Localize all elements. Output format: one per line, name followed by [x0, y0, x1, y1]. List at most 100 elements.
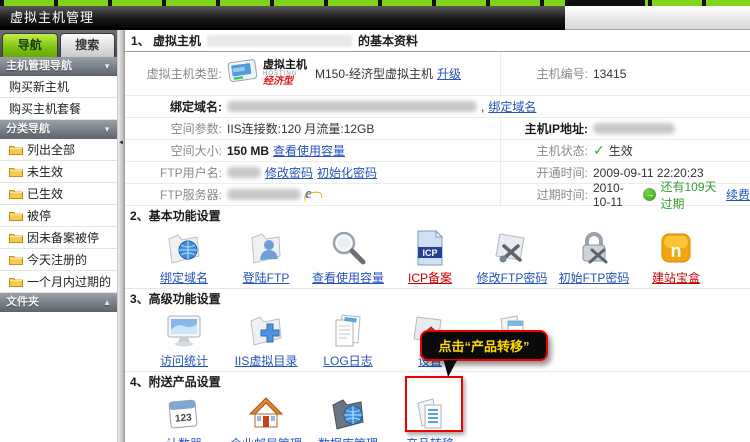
feature-database-manage[interactable]: 数据库管理 [307, 394, 389, 442]
space-params-row: 空间参数: IIS连接数:120 月流量:12GB 主机IP地址: [125, 118, 750, 140]
host-id-col: 主机编号: 13415 [500, 52, 750, 95]
feature-site-builder[interactable]: n 建站宝盒 [635, 228, 717, 286]
sidebar-item-buy-host-plan[interactable]: 购买主机套餐 [0, 98, 117, 120]
modify-ftp-password-icon [471, 228, 553, 269]
virtual-host-manager-window: 虚拟主机管理 导航 搜索 主机管理导航 ▼ 购买新主机 购买主机套餐 分类导航 … [0, 0, 750, 442]
expire-time-col: 过期时间: 2010-10-11 还有109天过期 续费 [500, 184, 750, 205]
title-bar-right-panel [565, 6, 750, 30]
feature-view-usage[interactable]: 查看使用容量 [307, 228, 389, 286]
feature-label[interactable]: 修改FTP密码 [477, 271, 548, 285]
host-status-col: 主机状态: ✓ 生效 [500, 140, 750, 161]
sidebar-tabs: 导航 搜索 [0, 30, 117, 57]
bound-domain-value: , 绑定域名 [227, 98, 750, 115]
feature-counter[interactable]: 123计数器 [143, 394, 225, 442]
host-type-label: 虚拟主机类型: [125, 65, 227, 82]
feature-label[interactable]: 查看使用容量 [312, 271, 384, 285]
feature-login-ftp[interactable]: 登陆FTP [225, 228, 307, 286]
sidebar-section-folders[interactable]: 文件夹 ▲ [0, 293, 117, 312]
bound-domain-label: 绑定域名: [125, 98, 227, 115]
upgrade-link[interactable]: 升级 [437, 65, 461, 82]
sidebar-item-active[interactable]: 已生效 [0, 183, 117, 205]
sidebar-section-title: 文件夹 [6, 293, 39, 312]
log-icon [307, 311, 389, 352]
badge-line3: 经济型 [263, 77, 307, 87]
sidebar-item-list-all[interactable]: 列出全部 [0, 139, 117, 161]
bind-domain-icon [143, 228, 225, 269]
sidebar-item-label: 已生效 [27, 183, 63, 205]
sidebar-item-suspended[interactable]: 被停 [0, 205, 117, 227]
feature-label[interactable]: 绑定域名 [160, 271, 208, 285]
space-size-value: 150 MB 查看使用容量 [227, 142, 500, 159]
sidebar-item-label: 今天注册的 [27, 249, 87, 271]
renew-link[interactable]: 续费 [726, 186, 750, 203]
tab-navigation[interactable]: 导航 [2, 33, 58, 57]
init-password-link[interactable]: 初始化密码 [317, 164, 377, 181]
feature-log[interactable]: LOG日志 [307, 311, 389, 369]
ie-browser-icon[interactable] [305, 187, 321, 203]
feature-label[interactable]: 登陆FTP [243, 271, 290, 285]
modify-password-link[interactable]: 修改密码 [265, 164, 313, 181]
section-advanced-features-title: 3、高级功能设置 [125, 290, 750, 308]
sidebar-item-label: 未生效 [27, 161, 63, 183]
svg-text:ICP: ICP [422, 248, 437, 258]
sidebar-item-buy-new-host[interactable]: 购买新主机 [0, 76, 117, 98]
feature-init-ftp-password[interactable]: 初始FTP密码 [553, 228, 635, 286]
sidebar-item-suspended-no-icp[interactable]: 因未备案被停 [0, 227, 117, 249]
feature-bind-domain[interactable]: 绑定域名 [143, 228, 225, 286]
chevron-down-icon: ▼ [103, 57, 111, 76]
feature-label[interactable]: 计数器 [166, 437, 202, 442]
hosting-type-badge: 虚拟主机 HOSTING 经济型 [227, 57, 307, 90]
feature-label[interactable]: IIS虚拟目录 [235, 354, 298, 368]
ftp-server-row: FTP服务器: 过期时间: 2010-10-11 还有109天过期 续费 [125, 184, 750, 206]
ftp-server-value [227, 187, 500, 203]
sidebar-section-categories[interactable]: 分类导航 ▼ [0, 120, 117, 139]
feature-label[interactable]: ICP备案 [408, 271, 452, 285]
redacted-ftp-server [227, 189, 301, 200]
sidebar-item-expiring-in-month[interactable]: 一个月内过期的 [0, 271, 117, 293]
sidebar-item-not-active[interactable]: 未生效 [0, 161, 117, 183]
expire-time-value: 2010-10-11 还有109天过期 续费 [593, 178, 750, 212]
folder-icon [9, 232, 23, 243]
view-usage-link[interactable]: 查看使用容量 [273, 142, 345, 159]
feature-label[interactable]: 初始FTP密码 [559, 271, 630, 285]
collapse-arrow-icon[interactable] [118, 140, 124, 146]
feature-visit-stats[interactable]: 访问统计 [143, 311, 225, 369]
sidebar-item-label: 购买主机套餐 [9, 98, 81, 120]
bound-domain-row: 绑定域名: , 绑定域名 [125, 96, 750, 118]
feature-label[interactable]: 访问统计 [160, 354, 208, 368]
sidebar-item-label: 因未备案被停 [27, 227, 99, 249]
ftp-user-label: FTP用户名: [125, 164, 227, 181]
space-params-value: IIS连接数:120 月流量:12GB [227, 120, 500, 137]
feature-enterprise-mail[interactable]: 企业邮局管理 [225, 394, 307, 442]
view-usage-icon [307, 228, 389, 269]
feature-label[interactable]: 产品转移 [406, 437, 454, 442]
sidebar-section-host-management[interactable]: 主机管理导航 ▼ [0, 57, 117, 76]
host-id-label: 主机编号: [501, 65, 593, 82]
site-builder-icon: n [635, 228, 717, 269]
section-number-and-title: 1、 虚拟主机 [131, 30, 201, 52]
feature-iis-virtual-dir[interactable]: IIS虚拟目录 [225, 311, 307, 369]
expire-time-label: 过期时间: [501, 186, 593, 203]
feature-modify-ftp-password[interactable]: 修改FTP密码 [471, 228, 553, 286]
feature-icp-filing[interactable]: ICP ICP备案 [389, 228, 471, 286]
init-ftp-password-icon [553, 228, 635, 269]
feature-label[interactable]: 企业邮局管理 [230, 437, 302, 442]
sidebar-item-label: 被停 [27, 205, 51, 227]
host-ip-value [593, 123, 750, 134]
tab-search[interactable]: 搜索 [60, 33, 116, 57]
feature-label[interactable]: 数据库管理 [318, 437, 378, 442]
sidebar-splitter[interactable] [118, 30, 125, 442]
feature-label[interactable]: LOG日志 [323, 354, 372, 368]
feature-label[interactable]: 建站宝盒 [652, 271, 700, 285]
host-status-label: 主机状态: [501, 142, 593, 159]
expire-date: 2010-10-11 [593, 181, 639, 209]
host-type-value: 虚拟主机 HOSTING 经济型 M150-经济型虚拟主机 升级 [227, 57, 500, 90]
bind-domain-link[interactable]: 绑定域名 [488, 98, 536, 115]
ftp-user-value: 修改密码 初始化密码 [227, 164, 500, 181]
open-time-label: 开通时间: [501, 164, 593, 181]
redacted-ftp-user [227, 167, 261, 178]
folder-icon [9, 166, 23, 177]
iis-virtual-dir-icon [225, 311, 307, 352]
title-bar: 虚拟主机管理 [0, 6, 750, 30]
sidebar-item-registered-today[interactable]: 今天注册的 [0, 249, 117, 271]
